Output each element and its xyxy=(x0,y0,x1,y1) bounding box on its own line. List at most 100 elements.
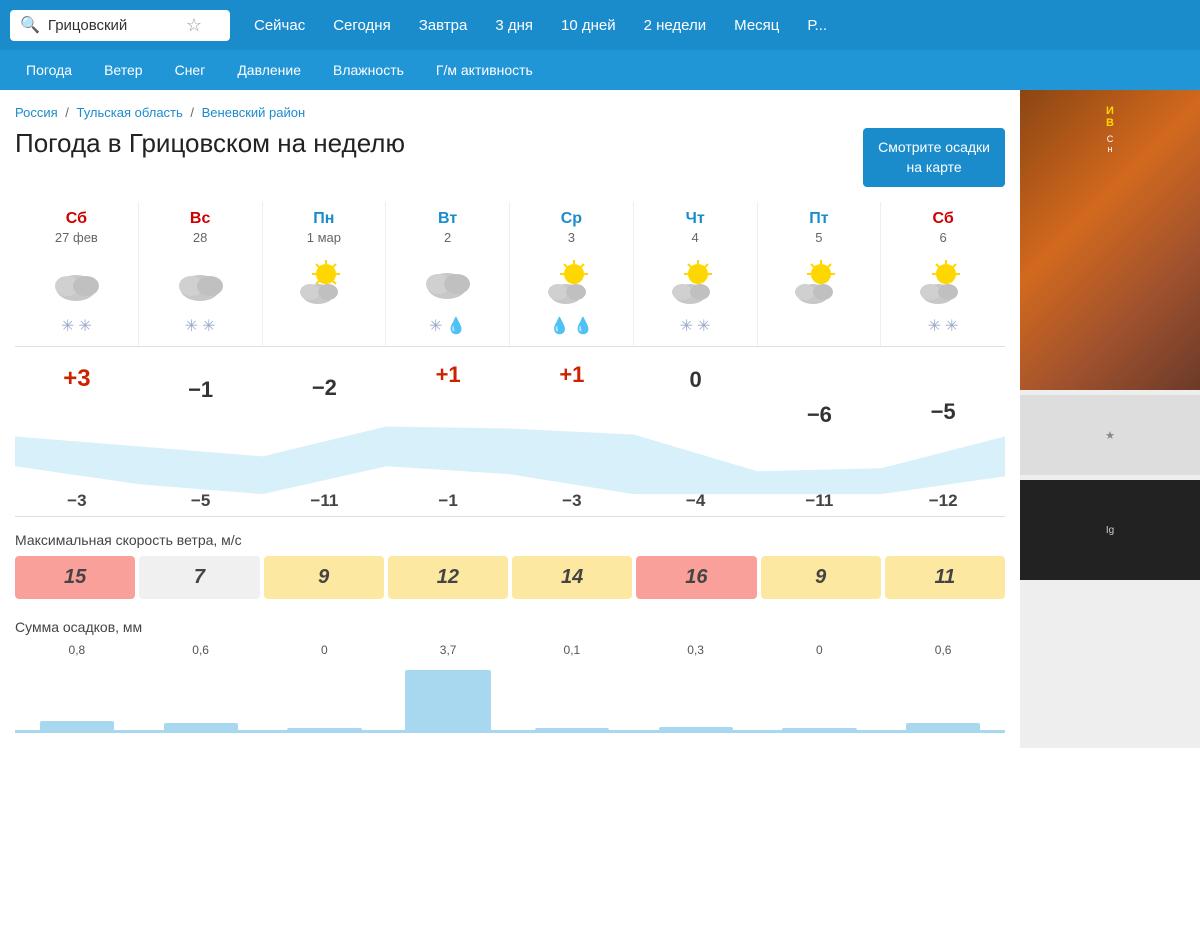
subnav-gm[interactable]: Г/м активность xyxy=(420,50,549,90)
wind-cell-3: 12 xyxy=(388,556,508,599)
precip-icons-5: ✳ ✳ xyxy=(638,313,753,338)
nav-link-3dnya[interactable]: 3 дня xyxy=(481,0,547,50)
temp-high-2: −2 xyxy=(263,347,387,428)
precip-bar-col-3 xyxy=(386,663,510,730)
day-name-6: Пт xyxy=(762,210,877,228)
ad-text: ИВ xyxy=(1106,105,1114,129)
high-temps-row: +3 −1 −2 +1 +1 0 −6 −5 xyxy=(15,347,1005,428)
precip-bar-col-6 xyxy=(758,663,882,730)
search-input[interactable] xyxy=(48,17,178,34)
day-name-1: Вс xyxy=(143,210,258,228)
nav-link-mesyac[interactable]: Месяц xyxy=(720,0,793,50)
nav-link-2nedeli[interactable]: 2 недели xyxy=(630,0,721,50)
subnav-vlazhnost[interactable]: Влажность xyxy=(317,50,420,90)
temp-high-4: +1 xyxy=(510,347,634,428)
precip-bar-6 xyxy=(782,728,856,730)
snowflake-icon: ✳ xyxy=(928,316,941,336)
ad-image-bottom: Ig xyxy=(1020,480,1200,580)
precip-bar-2 xyxy=(287,728,361,730)
day-date-5: 4 xyxy=(638,230,753,245)
temp-high-3: +1 xyxy=(386,347,510,428)
precip-icons-1: ✳ ✳ xyxy=(143,313,258,338)
weather-icon-7 xyxy=(885,253,1001,308)
nav-link-more[interactable]: Р... xyxy=(793,0,841,50)
precip-val-6: 0 xyxy=(758,643,882,659)
search-box[interactable]: 🔍 ☆ xyxy=(10,10,230,41)
precip-icons-7: ✳ ✳ xyxy=(885,313,1001,338)
precip-val-1: 0,6 xyxy=(139,643,263,659)
subnav-veter[interactable]: Ветер xyxy=(88,50,159,90)
nav-link-segodnya[interactable]: Сегодня xyxy=(319,0,405,50)
day-date-6: 5 xyxy=(762,230,877,245)
snowflake-icon: ✳ xyxy=(680,316,693,336)
breadcrumb-sep-2: / xyxy=(190,105,197,120)
temp-chart: +3 −1 −2 +1 +1 0 −6 −5 −3 −5 −11 −1 −3 −… xyxy=(15,347,1005,517)
day-name-3: Вт xyxy=(390,210,505,228)
precip-bar-col-1 xyxy=(139,663,263,730)
ad-subtext: Сн xyxy=(1107,134,1114,154)
subnav-davlenie[interactable]: Давление xyxy=(221,50,317,90)
snowflake-icon: ✳ xyxy=(61,316,74,336)
temp-high-1: −1 xyxy=(139,347,263,428)
precip-icons-3: ✳ 💧 xyxy=(390,313,505,338)
day-name-4: Ср xyxy=(514,210,629,228)
temp-high-0: +3 xyxy=(15,347,139,428)
top-nav-links: Сейчас Сегодня Завтра 3 дня 10 дней 2 не… xyxy=(240,0,841,50)
temp-high-6: −6 xyxy=(758,347,882,428)
raindrop-icon: 💧 xyxy=(549,316,569,336)
precip-val-4: 0,1 xyxy=(510,643,634,659)
temp-low-7: −12 xyxy=(881,491,1005,511)
day-col-7: Сб 6 ✳ xyxy=(881,202,1005,346)
wind-cell-5: 16 xyxy=(636,556,756,599)
day-date-4: 3 xyxy=(514,230,629,245)
subnav-pogoda[interactable]: Погода xyxy=(10,50,88,90)
wind-cell-4: 14 xyxy=(512,556,632,599)
temp-high-5: 0 xyxy=(634,347,758,428)
raindrop-icon: 💧 xyxy=(446,316,466,336)
breadcrumb-rossiya[interactable]: Россия xyxy=(15,105,58,120)
wind-cell-1: 7 xyxy=(139,556,259,599)
top-nav-bar: 🔍 ☆ Сейчас Сегодня Завтра 3 дня 10 дней … xyxy=(0,0,1200,50)
precipitation-label: Сумма осадков, мм xyxy=(15,609,1005,643)
precip-val-2: 0 xyxy=(263,643,387,659)
ad-bottom-text: Ig xyxy=(1106,525,1114,536)
day-col-4: Ср 3 💧 xyxy=(510,202,634,346)
subnav-sneg[interactable]: Снег xyxy=(159,50,222,90)
ad-image-mid: ★ xyxy=(1020,395,1200,475)
nav-link-zavtra[interactable]: Завтра xyxy=(405,0,482,50)
precip-bar-4 xyxy=(535,728,609,730)
temp-low-5: −4 xyxy=(634,491,758,511)
precipitation-map-button[interactable]: Смотрите осадкина карте xyxy=(863,128,1005,187)
day-col-3: Вт 2 ✳ 💧 xyxy=(386,202,510,346)
snowflake-icon: ✳ xyxy=(185,316,198,336)
favorite-star-icon[interactable]: ☆ xyxy=(186,15,202,36)
breadcrumb-tulskaya[interactable]: Тульская область xyxy=(77,105,183,120)
breadcrumb-venevsky[interactable]: Веневский район xyxy=(202,105,306,120)
precip-val-0: 0,8 xyxy=(15,643,139,659)
nav-link-10dney[interactable]: 10 дней xyxy=(547,0,630,50)
snowflake-icon: ✳ xyxy=(202,316,215,336)
wind-cell-2: 9 xyxy=(264,556,384,599)
precip-bar-5 xyxy=(659,727,733,730)
precip-bars-container xyxy=(15,663,1005,733)
weather-icon-4 xyxy=(514,253,629,308)
precip-val-7: 0,6 xyxy=(881,643,1005,659)
sidebar-ad: ИВ Сн ★ Ig xyxy=(1020,90,1200,748)
low-temps-row: −3 −5 −11 −1 −3 −4 −11 −12 xyxy=(15,491,1005,511)
precip-bar-col-0 xyxy=(15,663,139,730)
wind-cell-0: 15 xyxy=(15,556,135,599)
wind-cell-6: 9 xyxy=(761,556,881,599)
day-name-7: Сб xyxy=(885,210,1001,228)
day-col-2: Пн 1 мар xyxy=(263,202,387,346)
precip-bar-col-5 xyxy=(634,663,758,730)
weather-icon-2 xyxy=(267,253,382,308)
snowflake-icon: ✳ xyxy=(697,316,710,336)
precip-val-3: 3,7 xyxy=(386,643,510,659)
precip-bar-1 xyxy=(164,723,238,730)
wind-grid: 15 7 9 12 14 16 9 11 xyxy=(15,556,1005,599)
precip-bar-col-4 xyxy=(510,663,634,730)
nav-link-seychas[interactable]: Сейчас xyxy=(240,0,319,50)
precipitation-chart: 0,8 0,6 0 3,7 0,1 0,3 0 0,6 xyxy=(15,643,1005,733)
precip-bar-3 xyxy=(405,670,492,730)
precip-bar-col-7 xyxy=(881,663,1005,730)
